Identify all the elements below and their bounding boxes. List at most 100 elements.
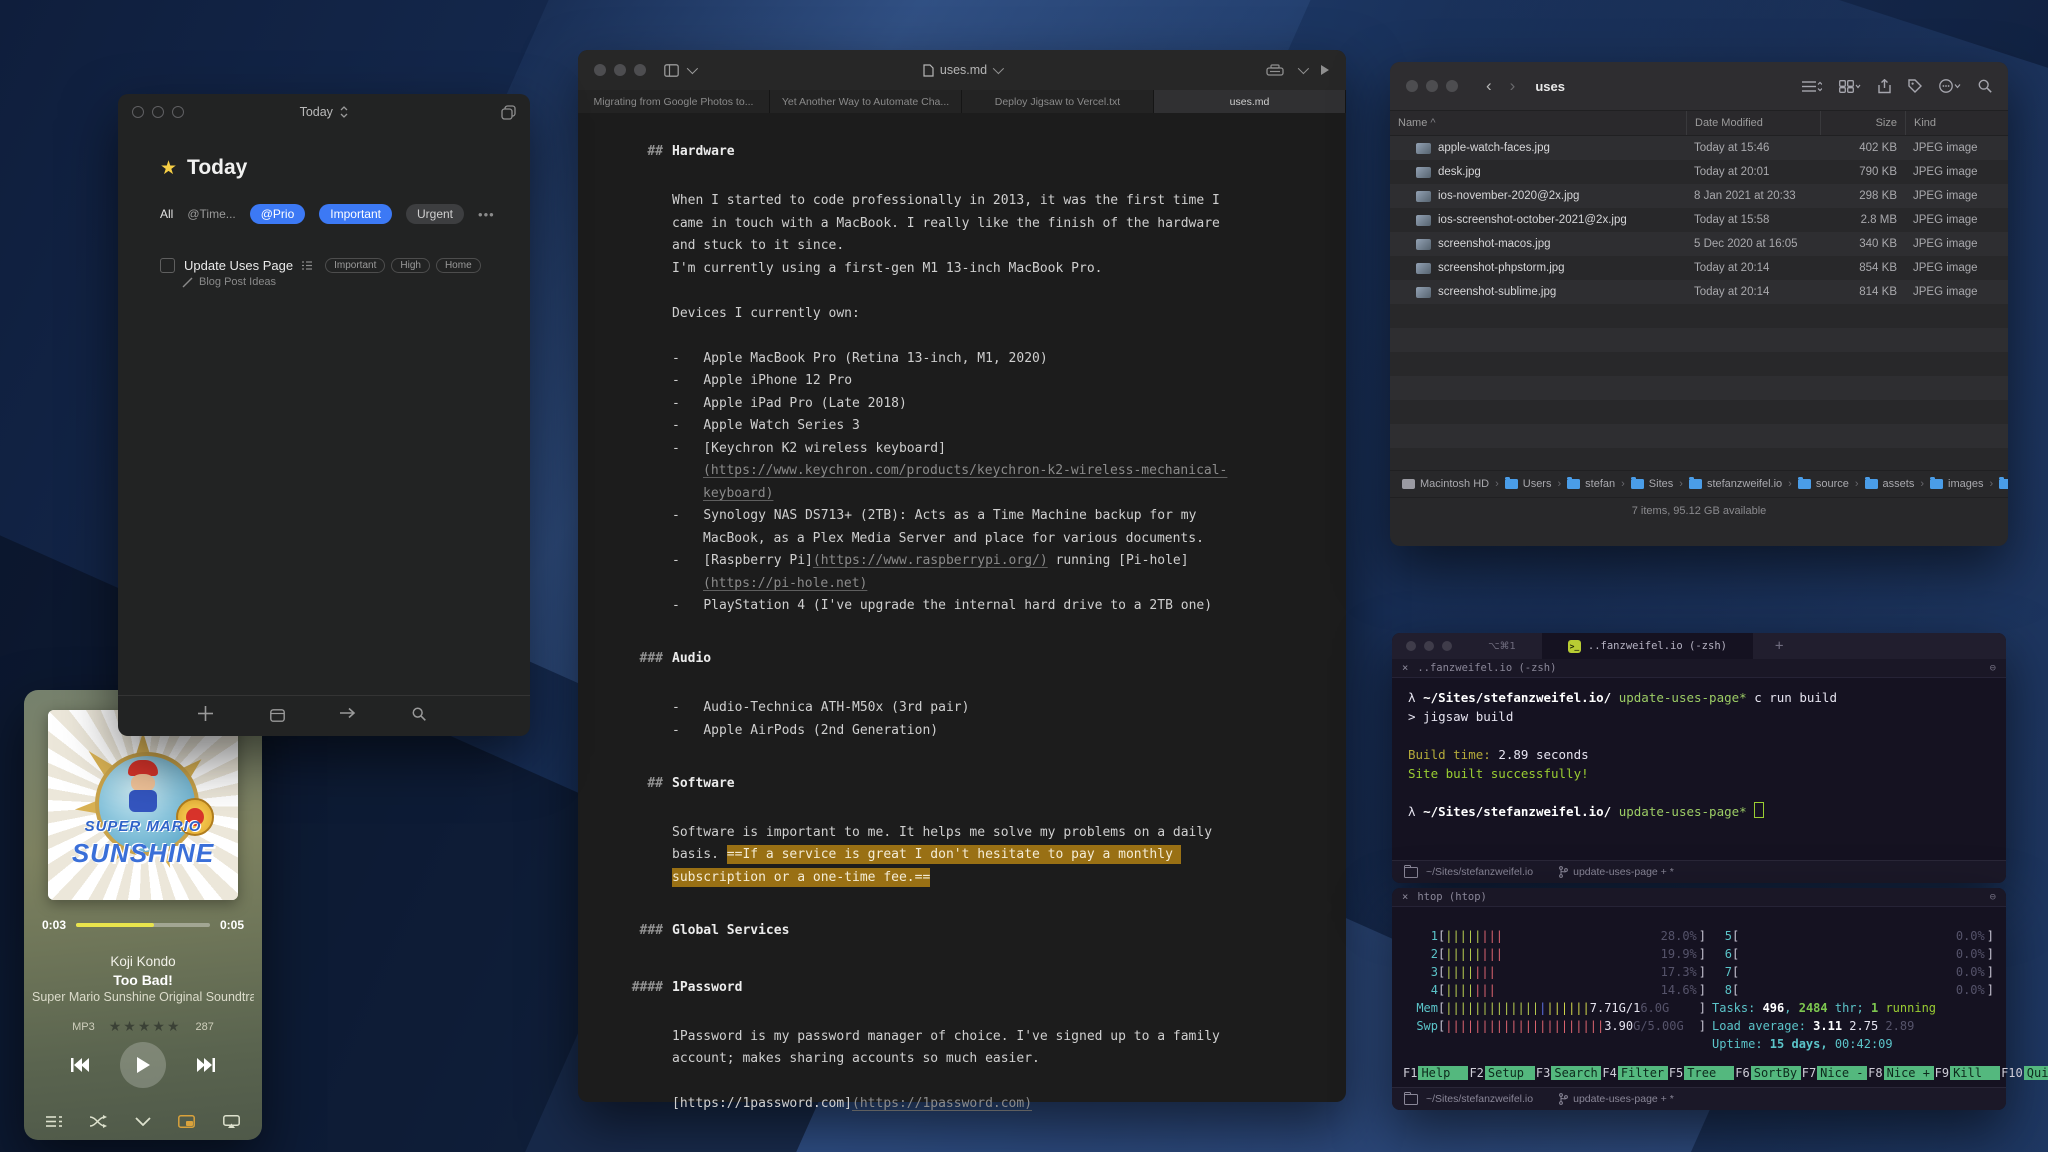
filter-prio[interactable]: @Prio — [250, 204, 306, 224]
fn-key-f6[interactable]: F6SortBy — [1734, 1066, 1800, 1080]
typewriter-mode-icon[interactable] — [1266, 64, 1284, 76]
search-button[interactable] — [412, 707, 426, 721]
more-actions-icon[interactable] — [1939, 79, 1961, 93]
path-item[interactable]: stefan — [1567, 478, 1615, 490]
path-item[interactable]: assets — [1865, 478, 1915, 490]
minimize-window-button[interactable] — [1424, 641, 1434, 651]
tag-icon[interactable] — [1908, 79, 1922, 93]
fn-key-f10[interactable]: F10Quit — [2000, 1066, 2048, 1080]
preview-play-icon[interactable] — [1320, 64, 1330, 76]
fn-key-f1[interactable]: F1Help — [1402, 1066, 1468, 1080]
document-title[interactable]: uses.md — [940, 63, 987, 77]
filter-all[interactable]: All — [160, 207, 173, 221]
fn-key-f2[interactable]: F2Setup — [1468, 1066, 1534, 1080]
path-item[interactable]: source — [1798, 478, 1849, 490]
table-row[interactable]: ios-november-2020@2x.jpg8 Jan 2021 at 20… — [1390, 184, 2008, 208]
column-kind[interactable]: Kind — [1905, 111, 2008, 135]
markdown-line: - [Raspberry Pi](https://www.raspberrypi… — [672, 550, 1230, 595]
forward-button[interactable]: › — [1510, 76, 1516, 96]
path-item[interactable]: Sites — [1631, 478, 1673, 490]
zoom-window-button[interactable] — [1446, 80, 1458, 92]
calendar-button[interactable] — [270, 708, 285, 722]
new-task-button[interactable] — [198, 706, 213, 721]
htop-info-line: Load average: 3.11 2.75 2.89 — [1712, 1017, 1994, 1035]
path-item[interactable]: Macintosh HD — [1402, 478, 1489, 490]
cwd-path: ~/Sites/stefanzweifel.io — [1426, 1093, 1533, 1105]
terminal-output[interactable]: λ ~/Sites/stefanzweifel.io/ update-uses-… — [1392, 678, 2006, 831]
markdown-link[interactable]: (https://pi-hole.net) — [703, 576, 867, 591]
collapse-pane-icon[interactable]: ⊖ — [1990, 662, 1996, 674]
markdown-link[interactable]: (https://www.keychron.com/products/keych… — [703, 463, 1227, 501]
fn-key-f8[interactable]: F8Nice + — [1867, 1066, 1933, 1080]
minimize-window-button[interactable] — [614, 64, 626, 76]
close-window-button[interactable] — [1406, 641, 1416, 651]
path-item[interactable]: images — [1930, 478, 1983, 490]
share-icon[interactable] — [1878, 79, 1891, 94]
search-icon[interactable] — [1978, 79, 1992, 93]
table-row[interactable]: apple-watch-faces.jpgToday at 15:46402 K… — [1390, 136, 2008, 160]
close-pane-icon[interactable]: × — [1402, 891, 1408, 903]
fn-key-f7[interactable]: F7Nice - — [1801, 1066, 1867, 1080]
library-sidebar-icon[interactable] — [664, 64, 679, 77]
shuffle-icon[interactable] — [90, 1115, 107, 1128]
minimize-window-button[interactable] — [1426, 80, 1438, 92]
editor-tab[interactable]: Migrating from Google Photos to... — [578, 90, 770, 113]
editor-tab[interactable]: uses.md — [1154, 90, 1346, 113]
close-pane-icon[interactable]: × — [1402, 662, 1408, 674]
rating-stars[interactable]: ★★★★★ — [109, 1018, 182, 1035]
column-name[interactable]: Name ^ — [1390, 111, 1686, 135]
fn-key-f4[interactable]: F4Filter — [1601, 1066, 1667, 1080]
path-item[interactable]: uses — [1999, 478, 2008, 490]
column-size[interactable]: Size — [1820, 111, 1905, 135]
markdown-link[interactable]: (https://www.raspberrypi.org/) — [813, 553, 1048, 568]
filter-time[interactable]: @Time... — [187, 207, 235, 221]
editor-tab[interactable]: Yet Another Way to Automate Cha... — [770, 90, 962, 113]
move-arrow-button[interactable] — [340, 707, 356, 719]
table-row[interactable]: ios-screenshot-october-2021@2x.jpgToday … — [1390, 208, 2008, 232]
collapse-chevron-icon[interactable] — [135, 1117, 151, 1126]
window-title: Today — [118, 105, 530, 119]
path-item[interactable]: stefanzweifel.io — [1689, 478, 1782, 490]
mini-player-icon[interactable] — [178, 1115, 195, 1128]
queue-icon[interactable] — [46, 1115, 62, 1128]
fn-key-f3[interactable]: F3Search — [1535, 1066, 1601, 1080]
terminal-tab[interactable]: >_ ..fanzweifel.io (-zsh) — [1542, 633, 1753, 659]
htop-meter: 3[|||||||17.3%] — [1404, 963, 1706, 981]
close-window-button[interactable] — [1406, 80, 1418, 92]
desktop: SUPER MARIO SUNSHINE 0:03 0:05 Koji Kond… — [0, 0, 2048, 1152]
task-checkbox[interactable] — [160, 258, 175, 273]
table-row[interactable]: screenshot-phpstorm.jpgToday at 20:14854… — [1390, 256, 2008, 280]
collapse-pane-icon[interactable]: ⊖ — [1990, 891, 1996, 903]
filter-important[interactable]: Important — [319, 204, 392, 224]
table-row[interactable]: screenshot-macos.jpg5 Dec 2020 at 16:053… — [1390, 232, 2008, 256]
group-by-icon[interactable] — [1802, 80, 1822, 93]
next-track-button[interactable] — [196, 1057, 216, 1073]
back-button[interactable]: ‹ — [1486, 76, 1492, 96]
play-button[interactable] — [120, 1042, 166, 1088]
zoom-window-button[interactable] — [634, 64, 646, 76]
airplay-cast-icon[interactable] — [223, 1115, 240, 1128]
filter-urgent[interactable]: Urgent — [406, 204, 464, 224]
markdown-link[interactable]: (https://1password.com) — [852, 1096, 1032, 1111]
fn-key-f9[interactable]: F9Kill — [1934, 1066, 2000, 1080]
editor-tab[interactable]: Deploy Jigsaw to Vercel.txt — [962, 90, 1154, 113]
chevron-down-icon[interactable] — [1298, 63, 1309, 74]
task-row[interactable]: Update Uses Page ImportantHighHome — [160, 258, 530, 273]
view-options-icon[interactable] — [1839, 80, 1861, 93]
chevron-down-icon[interactable] — [687, 63, 698, 74]
path-item[interactable]: Users — [1505, 478, 1552, 490]
todo-window: Today ★ Today All@Time...@PrioImportantU… — [118, 94, 530, 736]
new-tab-button[interactable]: + — [1775, 638, 1783, 654]
finder-toolbar: ‹ › uses — [1390, 62, 2008, 110]
table-row[interactable]: screenshot-sublime.jpgToday at 20:14814 … — [1390, 280, 2008, 304]
title-chevron-icon[interactable] — [993, 63, 1004, 74]
close-window-button[interactable] — [594, 64, 606, 76]
previous-track-button[interactable] — [70, 1057, 90, 1073]
fn-key-f5[interactable]: F5Tree — [1668, 1066, 1734, 1080]
table-row[interactable]: desk.jpgToday at 20:01790 KBJPEG image — [1390, 160, 2008, 184]
zoom-window-button[interactable] — [1442, 641, 1452, 651]
progress-bar[interactable] — [76, 923, 210, 927]
filter-more-button[interactable]: ••• — [478, 207, 495, 222]
column-date-modified[interactable]: Date Modified — [1686, 111, 1820, 135]
editor-content[interactable]: ##HardwareWhen I started to code profess… — [578, 113, 1346, 1122]
